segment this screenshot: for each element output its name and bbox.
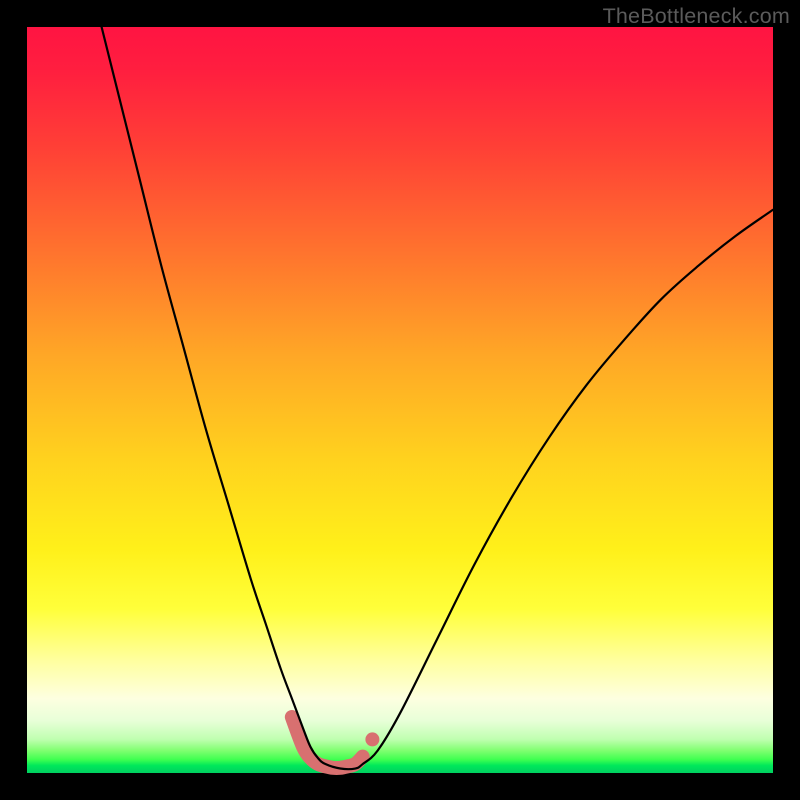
bottleneck-curve	[102, 27, 773, 769]
chart-frame: TheBottleneck.com	[0, 0, 800, 800]
highlight-dot-right	[365, 732, 379, 746]
watermark-label: TheBottleneck.com	[603, 4, 790, 29]
marker-layer	[365, 732, 379, 746]
chart-svg	[27, 27, 773, 773]
plot-area	[27, 27, 773, 773]
bottleneck-curve-path	[102, 27, 773, 769]
